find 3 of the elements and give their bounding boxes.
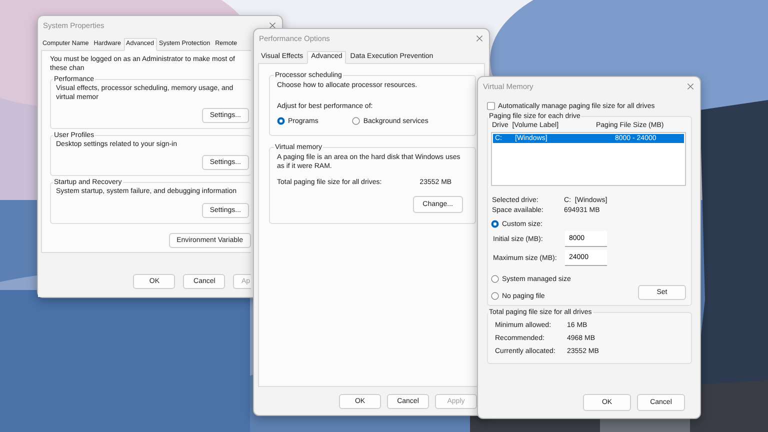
close-icon[interactable] <box>687 83 694 90</box>
close-icon[interactable] <box>476 35 483 42</box>
close-icon[interactable] <box>269 22 276 29</box>
